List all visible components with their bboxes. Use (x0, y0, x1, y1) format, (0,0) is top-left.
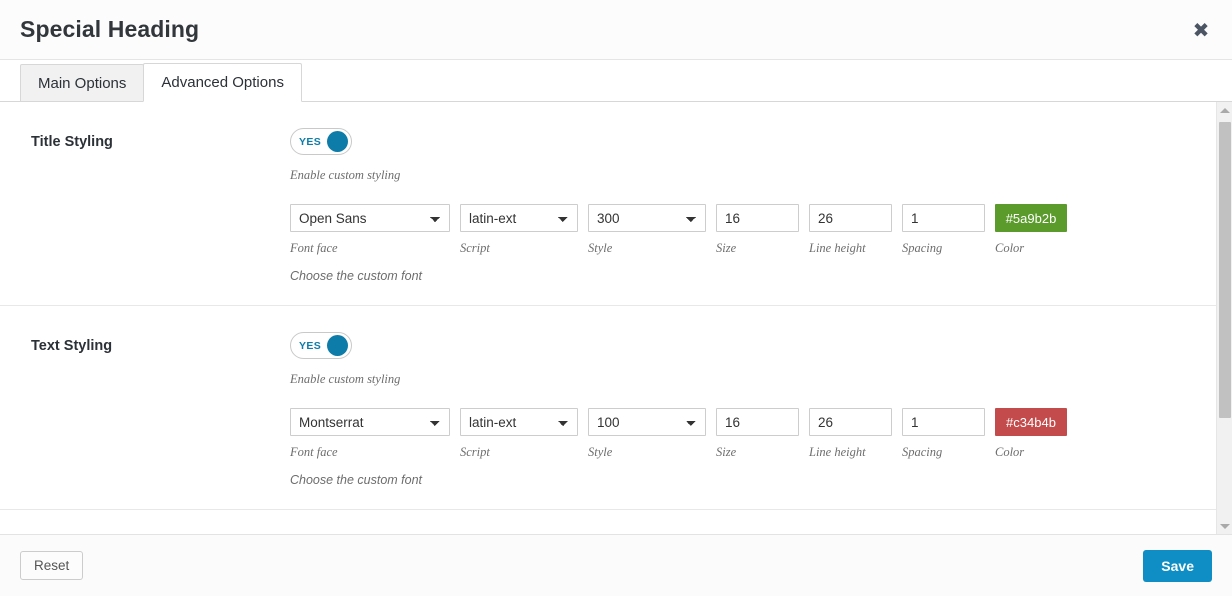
title-font-face-select[interactable]: Open Sans (290, 204, 450, 232)
title-spacing-input[interactable] (902, 204, 985, 232)
field-text-spacing: Spacing (902, 408, 985, 460)
field-text-style: 100 Style (588, 408, 706, 460)
title-line-height-label: Line height (809, 241, 866, 255)
vertical-scrollbar[interactable] (1216, 102, 1232, 534)
section-title-styling-fields: YES Enable custom styling Open Sans Font… (290, 128, 1216, 283)
toggle-knob (327, 131, 348, 152)
triangle-up-icon (1219, 107, 1230, 113)
close-icon[interactable]: ✖ (1188, 17, 1214, 43)
section-title-styling: Title Styling YES Enable custom styling … (0, 102, 1216, 306)
title-size-label: Size (716, 241, 737, 255)
text-styling-field-row: Montserrat Font face latin-ext Script 10… (290, 408, 1196, 460)
field-title-line-height: Line height (809, 204, 892, 256)
title-script-label: Script (460, 241, 490, 255)
text-size-label: Size (716, 445, 737, 459)
field-title-style: 300 Style (588, 204, 706, 256)
tab-bar: Main Options Advanced Options (0, 60, 1232, 102)
field-text-color: #c34b4b Color (995, 408, 1067, 460)
field-title-font-face: Open Sans Font face (290, 204, 450, 256)
title-size-input[interactable] (716, 204, 799, 232)
title-style-label: Style (588, 241, 613, 255)
field-text-script: latin-ext Script (460, 408, 578, 460)
tab-main-options-label: Main Options (38, 74, 127, 92)
title-styling-toggle[interactable]: YES (290, 128, 352, 155)
text-styling-toggle-help: Enable custom styling (290, 372, 401, 386)
scroll-down-icon[interactable] (1217, 518, 1232, 534)
field-title-color: #5a9b2b Color (995, 204, 1067, 256)
field-title-size: Size (716, 204, 799, 256)
triangle-down-icon (1219, 523, 1230, 529)
field-title-script: latin-ext Script (460, 204, 578, 256)
text-font-face-select[interactable]: Montserrat (290, 408, 450, 436)
text-spacing-input[interactable] (902, 408, 985, 436)
text-color-label: Color (995, 445, 1025, 459)
scroll-up-icon[interactable] (1217, 102, 1232, 118)
section-text-styling: Text Styling YES Enable custom styling M… (0, 306, 1216, 510)
text-spacing-label: Spacing (902, 445, 943, 459)
text-styling-toggle-label: YES (299, 339, 322, 352)
modal-footer: Reset Save (0, 534, 1232, 596)
text-script-select[interactable]: latin-ext (460, 408, 578, 436)
title-styling-field-row: Open Sans Font face latin-ext Script 300… (290, 204, 1196, 256)
text-font-face-label: Font face (290, 445, 338, 459)
section-text-styling-fields: YES Enable custom styling Montserrat Fon… (290, 332, 1216, 487)
title-styling-toggle-label: YES (299, 135, 322, 148)
modal-body: Title Styling YES Enable custom styling … (0, 102, 1232, 534)
save-button[interactable]: Save (1143, 549, 1212, 582)
text-styling-footer-help: Choose the custom font (290, 473, 423, 487)
field-text-size: Size (716, 408, 799, 460)
text-style-label: Style (588, 445, 613, 459)
title-styling-footer-help: Choose the custom font (290, 269, 423, 283)
title-color-swatch[interactable]: #5a9b2b (995, 204, 1067, 232)
reset-button[interactable]: Reset (20, 551, 84, 580)
title-color-label: Color (995, 241, 1025, 255)
section-title-styling-label: Title Styling (31, 134, 113, 150)
title-spacing-label: Spacing (902, 241, 943, 255)
page-title: Special Heading (20, 16, 200, 42)
special-heading-modal: Special Heading ✖ Main Options Advanced … (0, 0, 1232, 596)
title-styling-toggle-help: Enable custom styling (290, 168, 401, 182)
text-color-swatch[interactable]: #c34b4b (995, 408, 1067, 436)
title-style-select[interactable]: 300 (588, 204, 706, 232)
text-styling-toggle[interactable]: YES (290, 332, 352, 359)
title-line-height-input[interactable] (809, 204, 892, 232)
text-size-input[interactable] (716, 408, 799, 436)
text-line-height-input[interactable] (809, 408, 892, 436)
tab-advanced-options[interactable]: Advanced Options (143, 63, 302, 102)
field-title-spacing: Spacing (902, 204, 985, 256)
text-line-height-label: Line height (809, 445, 866, 459)
field-text-line-height: Line height (809, 408, 892, 460)
tab-main-options[interactable]: Main Options (20, 64, 145, 102)
scrollbar-thumb[interactable] (1219, 122, 1231, 418)
title-script-select[interactable]: latin-ext (460, 204, 578, 232)
field-text-font-face: Montserrat Font face (290, 408, 450, 460)
text-script-label: Script (460, 445, 490, 459)
modal-header: Special Heading ✖ (0, 0, 1232, 60)
section-text-styling-label: Text Styling (31, 338, 113, 354)
toggle-knob (327, 335, 348, 356)
title-font-face-label: Font face (290, 241, 338, 255)
options-scroll-area: Title Styling YES Enable custom styling … (0, 102, 1216, 534)
tab-advanced-options-label: Advanced Options (161, 74, 284, 91)
text-style-select[interactable]: 100 (588, 408, 706, 436)
